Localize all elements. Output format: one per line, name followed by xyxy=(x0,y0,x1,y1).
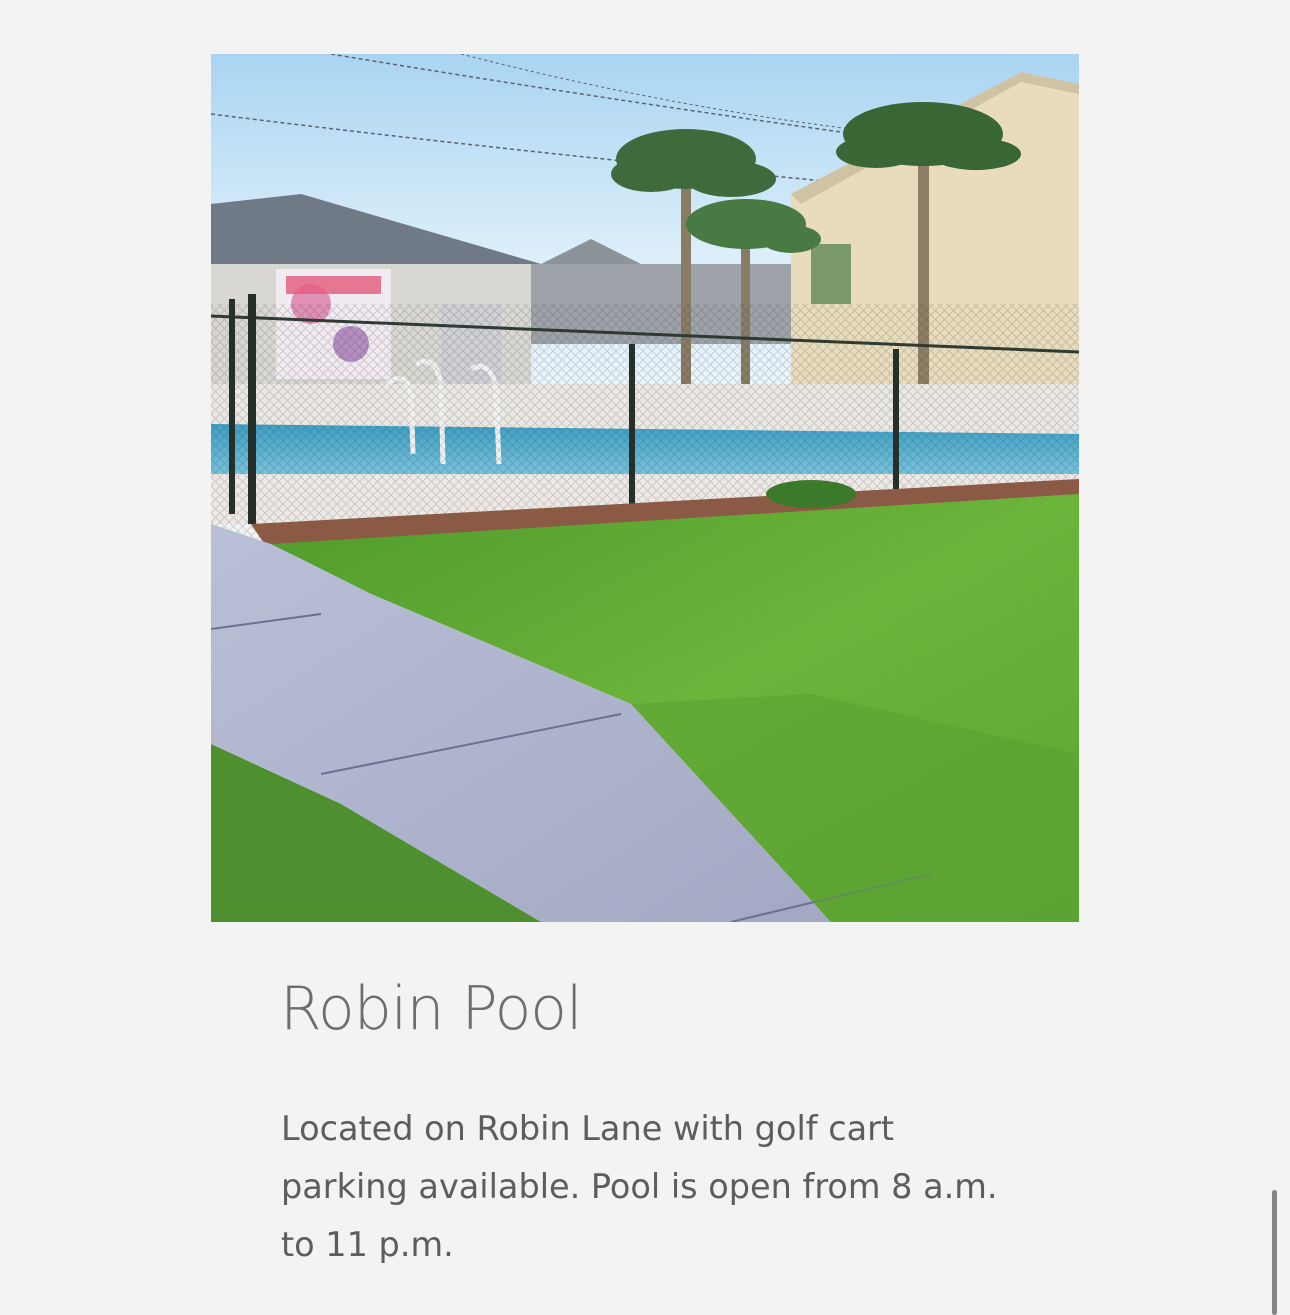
amenity-description: Located on Robin Lane with golf cart par… xyxy=(281,1109,998,1264)
amenity-title: Robin Pool xyxy=(280,974,583,1044)
scrollbar-thumb[interactable] xyxy=(1272,1190,1277,1315)
page: Robin Pool Located on Robin Lane with go… xyxy=(0,0,1290,1315)
pool-photo xyxy=(211,54,1079,922)
